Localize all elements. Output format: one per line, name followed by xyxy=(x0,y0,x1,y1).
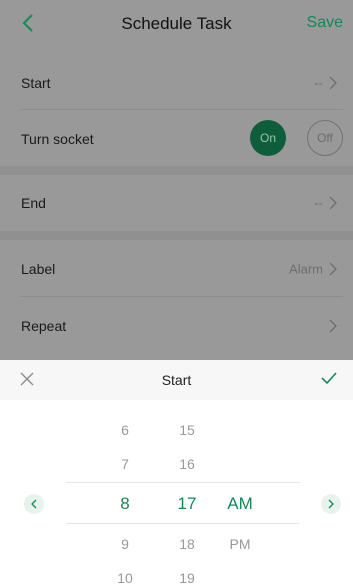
chevron-right-icon xyxy=(329,76,339,90)
hour-option[interactable]: 9 xyxy=(105,536,145,552)
minute-option[interactable]: 16 xyxy=(167,456,207,472)
next-arrow-button[interactable] xyxy=(321,494,341,514)
start-value: -- xyxy=(314,75,323,91)
chevron-right-icon xyxy=(329,319,339,333)
minute-option-selected[interactable]: 17 xyxy=(167,494,207,514)
on-toggle-button[interactable]: On xyxy=(250,120,286,156)
turn-socket-row: Turn socket xyxy=(0,110,353,168)
meridiem-option-selected[interactable]: AM xyxy=(220,494,260,514)
hour-option[interactable]: 6 xyxy=(105,422,145,438)
nav-bar: Schedule Task Save xyxy=(0,0,353,48)
hour-option[interactable]: 7 xyxy=(105,456,145,472)
start-row[interactable]: Start -- xyxy=(0,54,353,112)
prev-arrow-button[interactable] xyxy=(24,494,44,514)
minute-option[interactable]: 18 xyxy=(167,536,207,552)
save-button[interactable]: Save xyxy=(307,14,343,32)
repeat-label: Repeat xyxy=(21,318,67,334)
meridiem-option[interactable]: PM xyxy=(220,536,260,552)
page-title: Schedule Task xyxy=(121,14,232,33)
schedule-task-screen: Schedule Task Save Start -- Turn socket … xyxy=(0,0,353,360)
selection-line-bottom xyxy=(66,523,300,524)
hour-option[interactable]: 10 xyxy=(105,570,145,586)
label-row[interactable]: Label Alarm xyxy=(0,240,353,298)
end-label: End xyxy=(21,195,46,211)
label-value: Alarm xyxy=(289,261,323,277)
minute-option[interactable]: 19 xyxy=(167,570,207,586)
chevron-right-icon xyxy=(329,196,339,210)
hour-option-selected[interactable]: 8 xyxy=(105,494,145,514)
turn-socket-label: Turn socket xyxy=(21,131,94,147)
end-row[interactable]: End -- xyxy=(0,174,353,232)
label-label: Label xyxy=(21,261,56,277)
section-gap xyxy=(0,231,353,240)
repeat-row[interactable]: Repeat xyxy=(0,297,353,355)
minute-option[interactable]: 15 xyxy=(167,422,207,438)
end-value: -- xyxy=(314,195,323,211)
selection-line-top xyxy=(66,482,300,483)
chevron-right-icon xyxy=(329,262,339,276)
start-label: Start xyxy=(21,75,51,91)
off-toggle-button[interactable]: Off xyxy=(307,120,343,156)
picker-title: Start xyxy=(161,372,192,388)
picker-header: Start xyxy=(0,360,353,400)
check-icon[interactable] xyxy=(321,371,339,387)
